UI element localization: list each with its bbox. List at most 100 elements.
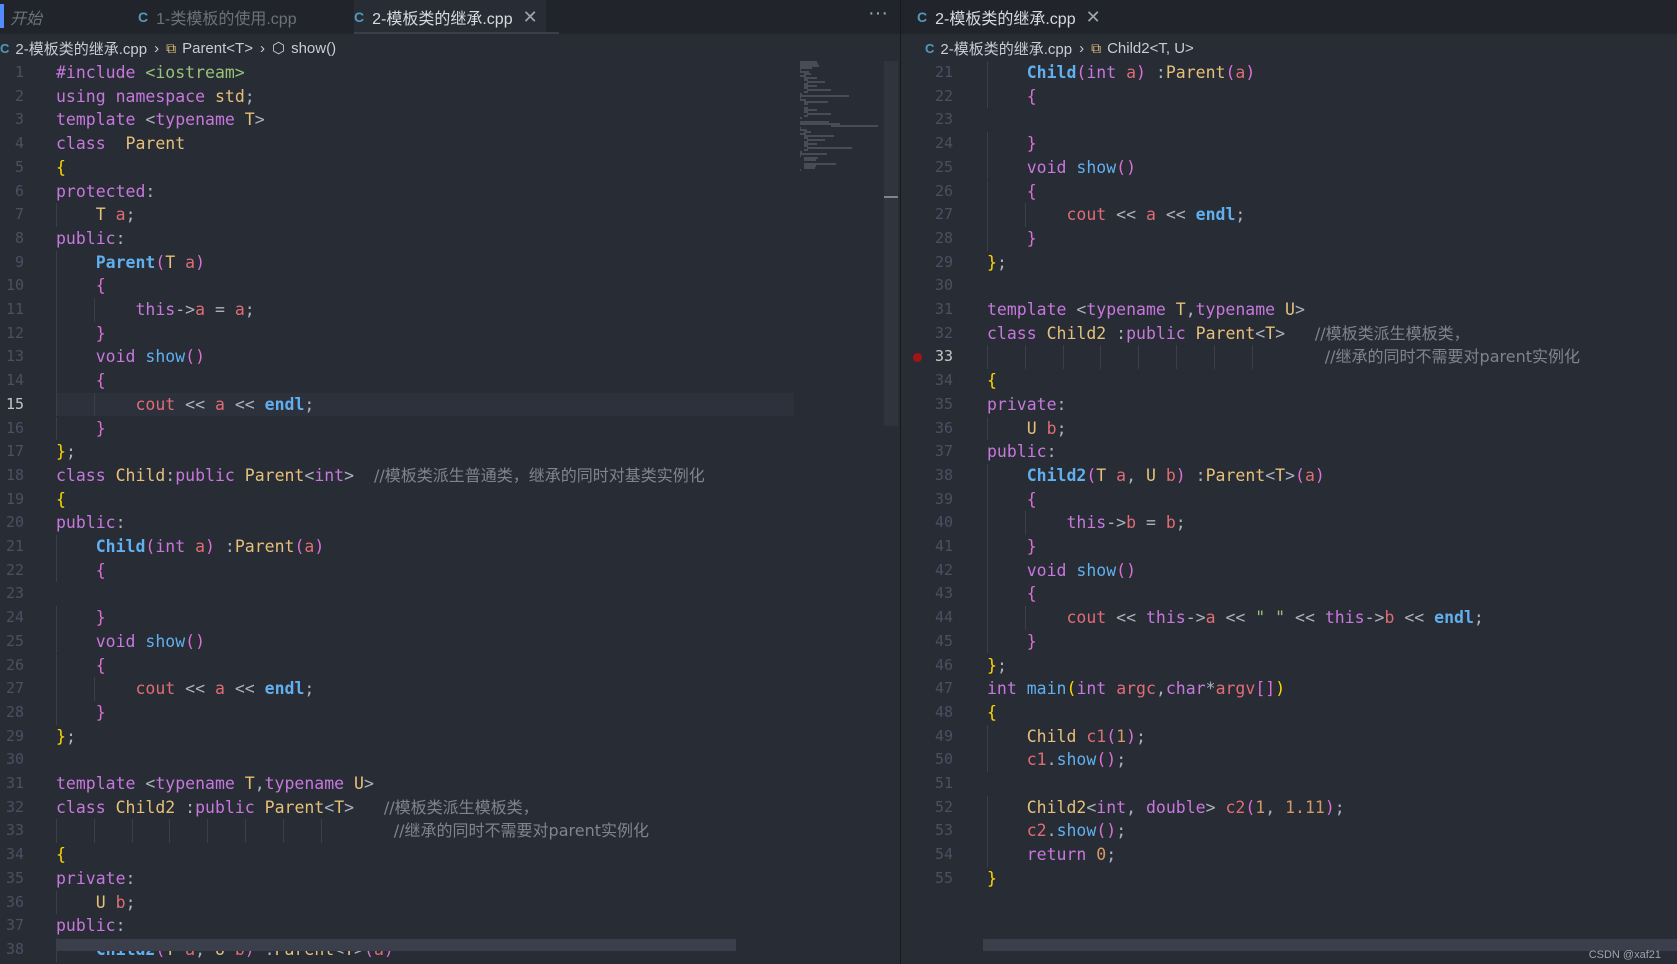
code-line[interactable]: 29}; [0, 725, 900, 749]
line-number[interactable]: 46 [901, 654, 953, 678]
code-line[interactable]: 54 return 0; [901, 843, 1677, 867]
line-number[interactable]: 36 [901, 417, 953, 441]
code-line[interactable]: 22 { [901, 84, 1677, 109]
code-line[interactable]: 35 private: [0, 867, 900, 891]
code-line[interactable]: 32 class Child2 :public Parent<T> //模板类派生… [901, 322, 1677, 346]
line-number[interactable]: 17 [0, 440, 24, 464]
code-line[interactable]: 36 U b; [901, 416, 1677, 441]
code-line[interactable]: 19 { [0, 488, 900, 512]
code-line[interactable]: 18 class Child:public Parent<int> //模板类派生… [0, 464, 900, 488]
line-number[interactable]: 22 [901, 85, 953, 109]
code-line[interactable]: 25 void show() [901, 155, 1677, 180]
line-number[interactable]: 37 [901, 440, 953, 464]
line-number[interactable]: 50 [901, 748, 953, 772]
line-number[interactable]: 15 [0, 393, 24, 417]
code-line[interactable]: 9 Parent(T a) [0, 250, 900, 275]
line-number[interactable]: 35 [901, 393, 953, 417]
code-line[interactable]: 25 void show() [0, 629, 900, 654]
code-line[interactable]: 55} [901, 867, 1677, 891]
code-line[interactable]: 49 Child c1(1); [901, 724, 1677, 749]
line-number[interactable]: 28 [901, 227, 953, 251]
code-line[interactable]: 32 class Child2 :public Parent<T> //模板类派生… [0, 796, 900, 820]
line-number[interactable]: 9 [0, 251, 24, 275]
code-line[interactable]: 2 using namespace std; [0, 85, 900, 109]
line-number[interactable]: 1 [0, 61, 24, 85]
line-number[interactable]: 30 [901, 274, 953, 298]
line-number[interactable]: 12 [0, 322, 24, 346]
code-line[interactable]: 22 { [0, 558, 900, 583]
line-number[interactable]: 8 [0, 227, 24, 251]
line-number[interactable]: 43 [901, 582, 953, 606]
code-line[interactable]: 26 { [0, 653, 900, 678]
breadcrumb-file[interactable]: C 2-模板类的继承.cpp [925, 38, 1072, 59]
line-number[interactable]: 26 [0, 654, 24, 678]
tab-template-inheritance[interactable]: C 2-模板类的继承.cpp ✕ [354, 0, 546, 34]
line-number[interactable]: 35 [0, 867, 24, 891]
code-line[interactable]: 43 { [901, 582, 1677, 607]
code-line[interactable]: 44 cout << this->a << " " << this->b << … [901, 606, 1677, 630]
line-number[interactable]: 22 [0, 559, 24, 583]
line-number[interactable]: 2 [0, 85, 24, 109]
line-number[interactable]: 28 [0, 701, 24, 725]
line-number[interactable]: 25 [901, 156, 953, 180]
line-number[interactable]: 51 [901, 772, 953, 796]
code-line[interactable]: 28 } [901, 226, 1677, 251]
code-line[interactable]: 6 protected: [0, 180, 900, 204]
code-line[interactable]: 13 void show() [0, 345, 900, 370]
line-number[interactable]: 25 [0, 630, 24, 654]
code-line[interactable]: 52 Child2<int, double> c2(1, 1.11); [901, 795, 1677, 820]
line-number[interactable]: 7 [0, 203, 24, 227]
line-number[interactable]: 45 [901, 630, 953, 654]
line-number[interactable]: 41 [901, 535, 953, 559]
tab-start[interactable]: 开始 [10, 0, 42, 34]
code-line[interactable]: 11 this->a = a; [0, 298, 900, 322]
line-number[interactable]: 26 [901, 180, 953, 204]
breadcrumb-class[interactable]: ⧉ Parent<T> [166, 40, 253, 57]
code-line[interactable]: 38 Child2(T a, U b) :Parent<T>(a) [901, 463, 1677, 488]
line-number[interactable]: 29 [0, 725, 24, 749]
code-line[interactable]: 23 [901, 108, 1677, 132]
line-number[interactable]: 5 [0, 156, 24, 180]
line-number[interactable]: 21 [901, 61, 953, 85]
line-number[interactable]: 36 [0, 891, 24, 915]
line-number[interactable]: 53 [901, 819, 953, 843]
line-number[interactable]: 54 [901, 843, 953, 867]
line-number[interactable]: 21 [0, 535, 24, 559]
line-number[interactable]: 49 [901, 725, 953, 749]
code-line[interactable]: 51 [901, 772, 1677, 796]
code-line[interactable]: 15 cout << a << endl; [6, 392, 794, 417]
horizontal-scrollbar[interactable] [983, 939, 1677, 951]
line-number[interactable]: 19 [0, 488, 24, 512]
line-number[interactable]: 20 [0, 511, 24, 535]
line-number[interactable]: 52 [901, 796, 953, 820]
tab-template-usage[interactable]: C 1-类模板的使用.cpp [138, 0, 297, 34]
line-number[interactable]: 40 [901, 511, 953, 535]
code-line[interactable]: 20 public: [0, 511, 900, 535]
horizontal-scrollbar[interactable] [56, 939, 736, 951]
code-line[interactable]: 27 cout << a << endl; [0, 677, 900, 701]
line-number[interactable]: 55 [901, 867, 953, 891]
line-number[interactable]: 47 [901, 677, 953, 701]
line-number[interactable]: 4 [0, 132, 24, 156]
line-number[interactable]: 30 [0, 748, 24, 772]
line-number[interactable]: 38 [901, 464, 953, 488]
code-line[interactable]: 7 T a; [0, 203, 900, 227]
line-number[interactable]: 29 [901, 251, 953, 275]
line-number[interactable]: 33 [0, 819, 24, 843]
line-number[interactable]: 27 [901, 203, 953, 227]
code-line[interactable]: 48 { [901, 701, 1677, 725]
code-line[interactable]: 53 c2.show(); [901, 819, 1677, 844]
code-line[interactable]: 47 int main(int argc,char*argv[]) [901, 677, 1677, 701]
code-line[interactable]: 21 Child(int a) :Parent(a) [0, 535, 900, 559]
code-line[interactable]: 35 private: [901, 393, 1677, 417]
code-line[interactable]: 21 Child(int a) :Parent(a) [901, 61, 1677, 85]
tab-right-template-inheritance[interactable]: C 2-模板类的继承.cpp ✕ [917, 0, 1101, 34]
code-line[interactable]: 23 [0, 582, 900, 606]
line-number[interactable]: 39 [901, 488, 953, 512]
minimap[interactable] [800, 61, 880, 171]
line-number[interactable]: 14 [0, 369, 24, 393]
code-line[interactable]: 10 { [0, 274, 900, 298]
code-line[interactable]: 12 } [0, 321, 900, 346]
code-line[interactable]: 4 class Parent [0, 132, 900, 156]
line-number[interactable]: 24 [0, 606, 24, 630]
